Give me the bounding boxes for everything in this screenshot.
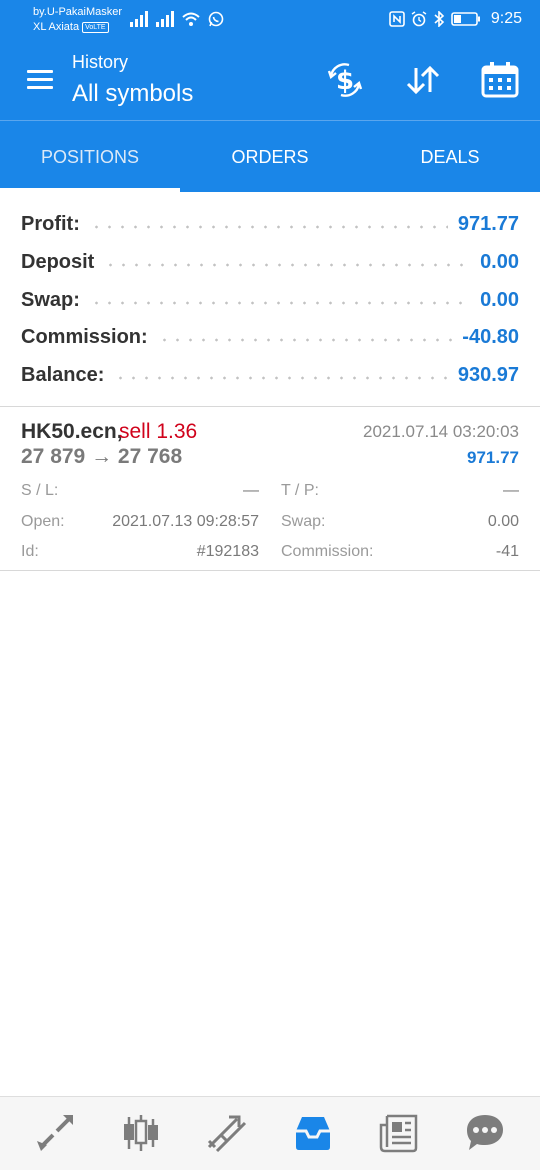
status-bar: by.U-PakaiMasker XL Axiata VoLTE 9:25 <box>0 0 540 40</box>
currency-exchange-icon[interactable]: $ <box>325 60 365 100</box>
summary-row-deposit: Deposit 0.00 <box>21 247 519 277</box>
menu-button[interactable] <box>24 66 56 94</box>
quotes-icon[interactable] <box>33 1111 77 1155</box>
trade-icon[interactable] <box>205 1111 249 1155</box>
open-value: 2021.07.13 09:28:57 <box>112 513 259 530</box>
news-icon[interactable] <box>377 1111 421 1155</box>
chart-icon[interactable] <box>119 1111 163 1155</box>
dotted-leader <box>114 376 448 380</box>
signal-icon <box>130 11 148 27</box>
bluetooth-icon <box>434 11 445 27</box>
open-label: Open: <box>21 513 65 530</box>
commission-detail-label: Commission: <box>281 543 374 560</box>
sl-value: — <box>243 482 259 499</box>
summary-row-swap: Swap: 0.00 <box>21 285 519 315</box>
tp-label: T / P: <box>281 482 319 499</box>
balance-label: Balance: <box>21 363 105 386</box>
volte-badge: VoLTE <box>82 22 109 33</box>
symbol-filter[interactable]: All symbols <box>72 80 193 108</box>
tab-bar: POSITIONS ORDERS DEALS <box>0 120 540 192</box>
list-item[interactable]: HK50.ecn, sell 1.36 27 879 → 27 768 2021… <box>0 408 540 570</box>
profit-value: 971.77 <box>457 212 519 235</box>
chat-icon[interactable] <box>463 1111 507 1155</box>
position-side: sell 1.36 <box>119 420 198 443</box>
divider <box>0 570 540 571</box>
account-summary: Profit: 971.77 Deposit 0.00 Swap: 0.00 C… <box>0 192 540 406</box>
history-icon[interactable] <box>291 1111 335 1155</box>
commission-value: -40.80 <box>462 325 519 348</box>
wifi-icon <box>182 12 200 26</box>
profit-label: Profit: <box>21 212 80 235</box>
tp-value: — <box>503 482 519 499</box>
swap-value: 0.00 <box>480 288 519 311</box>
whatsapp-icon <box>208 11 224 27</box>
id-label: Id: <box>21 543 39 560</box>
tab-deals[interactable]: DEALS <box>360 121 540 193</box>
dotted-leader <box>104 263 471 267</box>
swap-label: Swap: <box>21 288 80 311</box>
summary-row-balance: Balance: 930.97 <box>21 360 519 390</box>
position-close-time: 2021.07.14 03:20:03 <box>363 422 519 441</box>
deposit-label: Deposit <box>21 250 95 273</box>
svg-text:$: $ <box>336 66 354 96</box>
swap-detail-label: Swap: <box>281 513 326 530</box>
carrier-line-1: by.U-PakaiMasker <box>33 6 123 18</box>
tab-orders[interactable]: ORDERS <box>180 121 360 193</box>
calendar-icon[interactable] <box>480 60 520 100</box>
clock: 9:25 <box>490 10 522 27</box>
app-bar: History All symbols $ <box>0 40 540 120</box>
dotted-leader <box>89 301 471 305</box>
battery-icon <box>451 12 480 26</box>
divider <box>0 406 540 407</box>
summary-row-profit: Profit: 971.77 <box>21 209 519 239</box>
swap-detail-value: 0.00 <box>487 513 519 530</box>
position-profit: 971.77 <box>467 448 519 467</box>
nfc-icon <box>389 11 405 27</box>
dotted-leader <box>89 225 448 229</box>
summary-row-commission: Commission: -40.80 <box>21 322 519 352</box>
commission-label: Commission: <box>21 325 148 348</box>
tab-positions[interactable]: POSITIONS <box>0 121 180 193</box>
carrier-info: by.U-PakaiMasker XL Axiata VoLTE <box>33 5 122 35</box>
balance-value: 930.97 <box>457 363 519 386</box>
sl-label: S / L: <box>21 482 59 499</box>
position-prices: 27 879 → 27 768 <box>21 445 183 468</box>
position-symbol: HK50.ecn, <box>21 420 123 443</box>
sort-icon[interactable] <box>403 60 443 100</box>
carrier-line-2: XL Axiata <box>33 21 80 33</box>
screen-title: History <box>72 52 129 72</box>
signal-icon <box>156 11 174 27</box>
bottom-navigation <box>0 1096 540 1170</box>
alarm-icon <box>411 11 427 27</box>
menu-icon <box>27 70 53 73</box>
id-value: #192183 <box>196 543 259 560</box>
deposit-value: 0.00 <box>480 250 519 273</box>
commission-detail-value: -41 <box>495 543 519 560</box>
dotted-leader <box>157 338 453 342</box>
